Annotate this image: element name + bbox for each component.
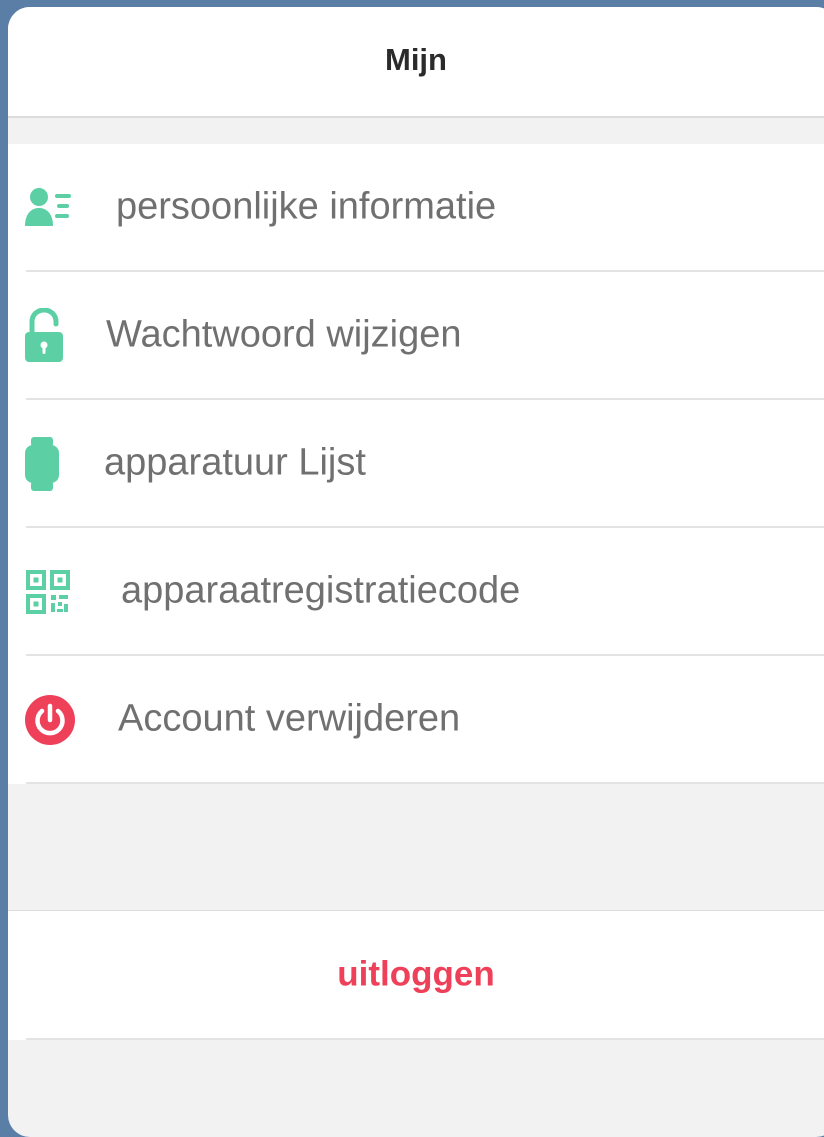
menu-item-label: apparaatregistratiecode — [121, 569, 521, 612]
smartwatch-icon — [24, 436, 60, 492]
menu-item-change-password[interactable]: Wachtwoord wijzigen — [8, 272, 824, 400]
logout-label: uitloggen — [337, 953, 495, 993]
power-icon — [24, 694, 76, 746]
menu-item-device-list[interactable]: apparatuur Lijst — [8, 400, 824, 528]
menu-item-personal-info[interactable]: persoonlijke informatie — [8, 144, 824, 272]
menu-item-delete-account[interactable]: Account verwijderen — [8, 656, 824, 784]
qr-code-icon — [26, 570, 70, 614]
menu-item-label: Account verwijderen — [118, 697, 461, 740]
unlock-icon — [24, 308, 64, 364]
settings-menu: persoonlijke informatie Wachtwoord wijzi… — [8, 144, 824, 784]
logout-button[interactable]: uitloggen — [8, 910, 824, 1040]
app-screen: Mijn persoonlijke informatie Wachtwoord … — [8, 7, 824, 1137]
user-info-icon — [24, 186, 74, 230]
header-bar: Mijn — [8, 7, 824, 118]
menu-item-label: persoonlijke informatie — [116, 185, 497, 228]
menu-item-label: Wachtwoord wijzigen — [106, 313, 462, 356]
menu-item-label: apparatuur Lijst — [104, 441, 366, 484]
menu-item-registration-code[interactable]: apparaatregistratiecode — [8, 528, 824, 656]
page-title: Mijn — [385, 41, 447, 77]
